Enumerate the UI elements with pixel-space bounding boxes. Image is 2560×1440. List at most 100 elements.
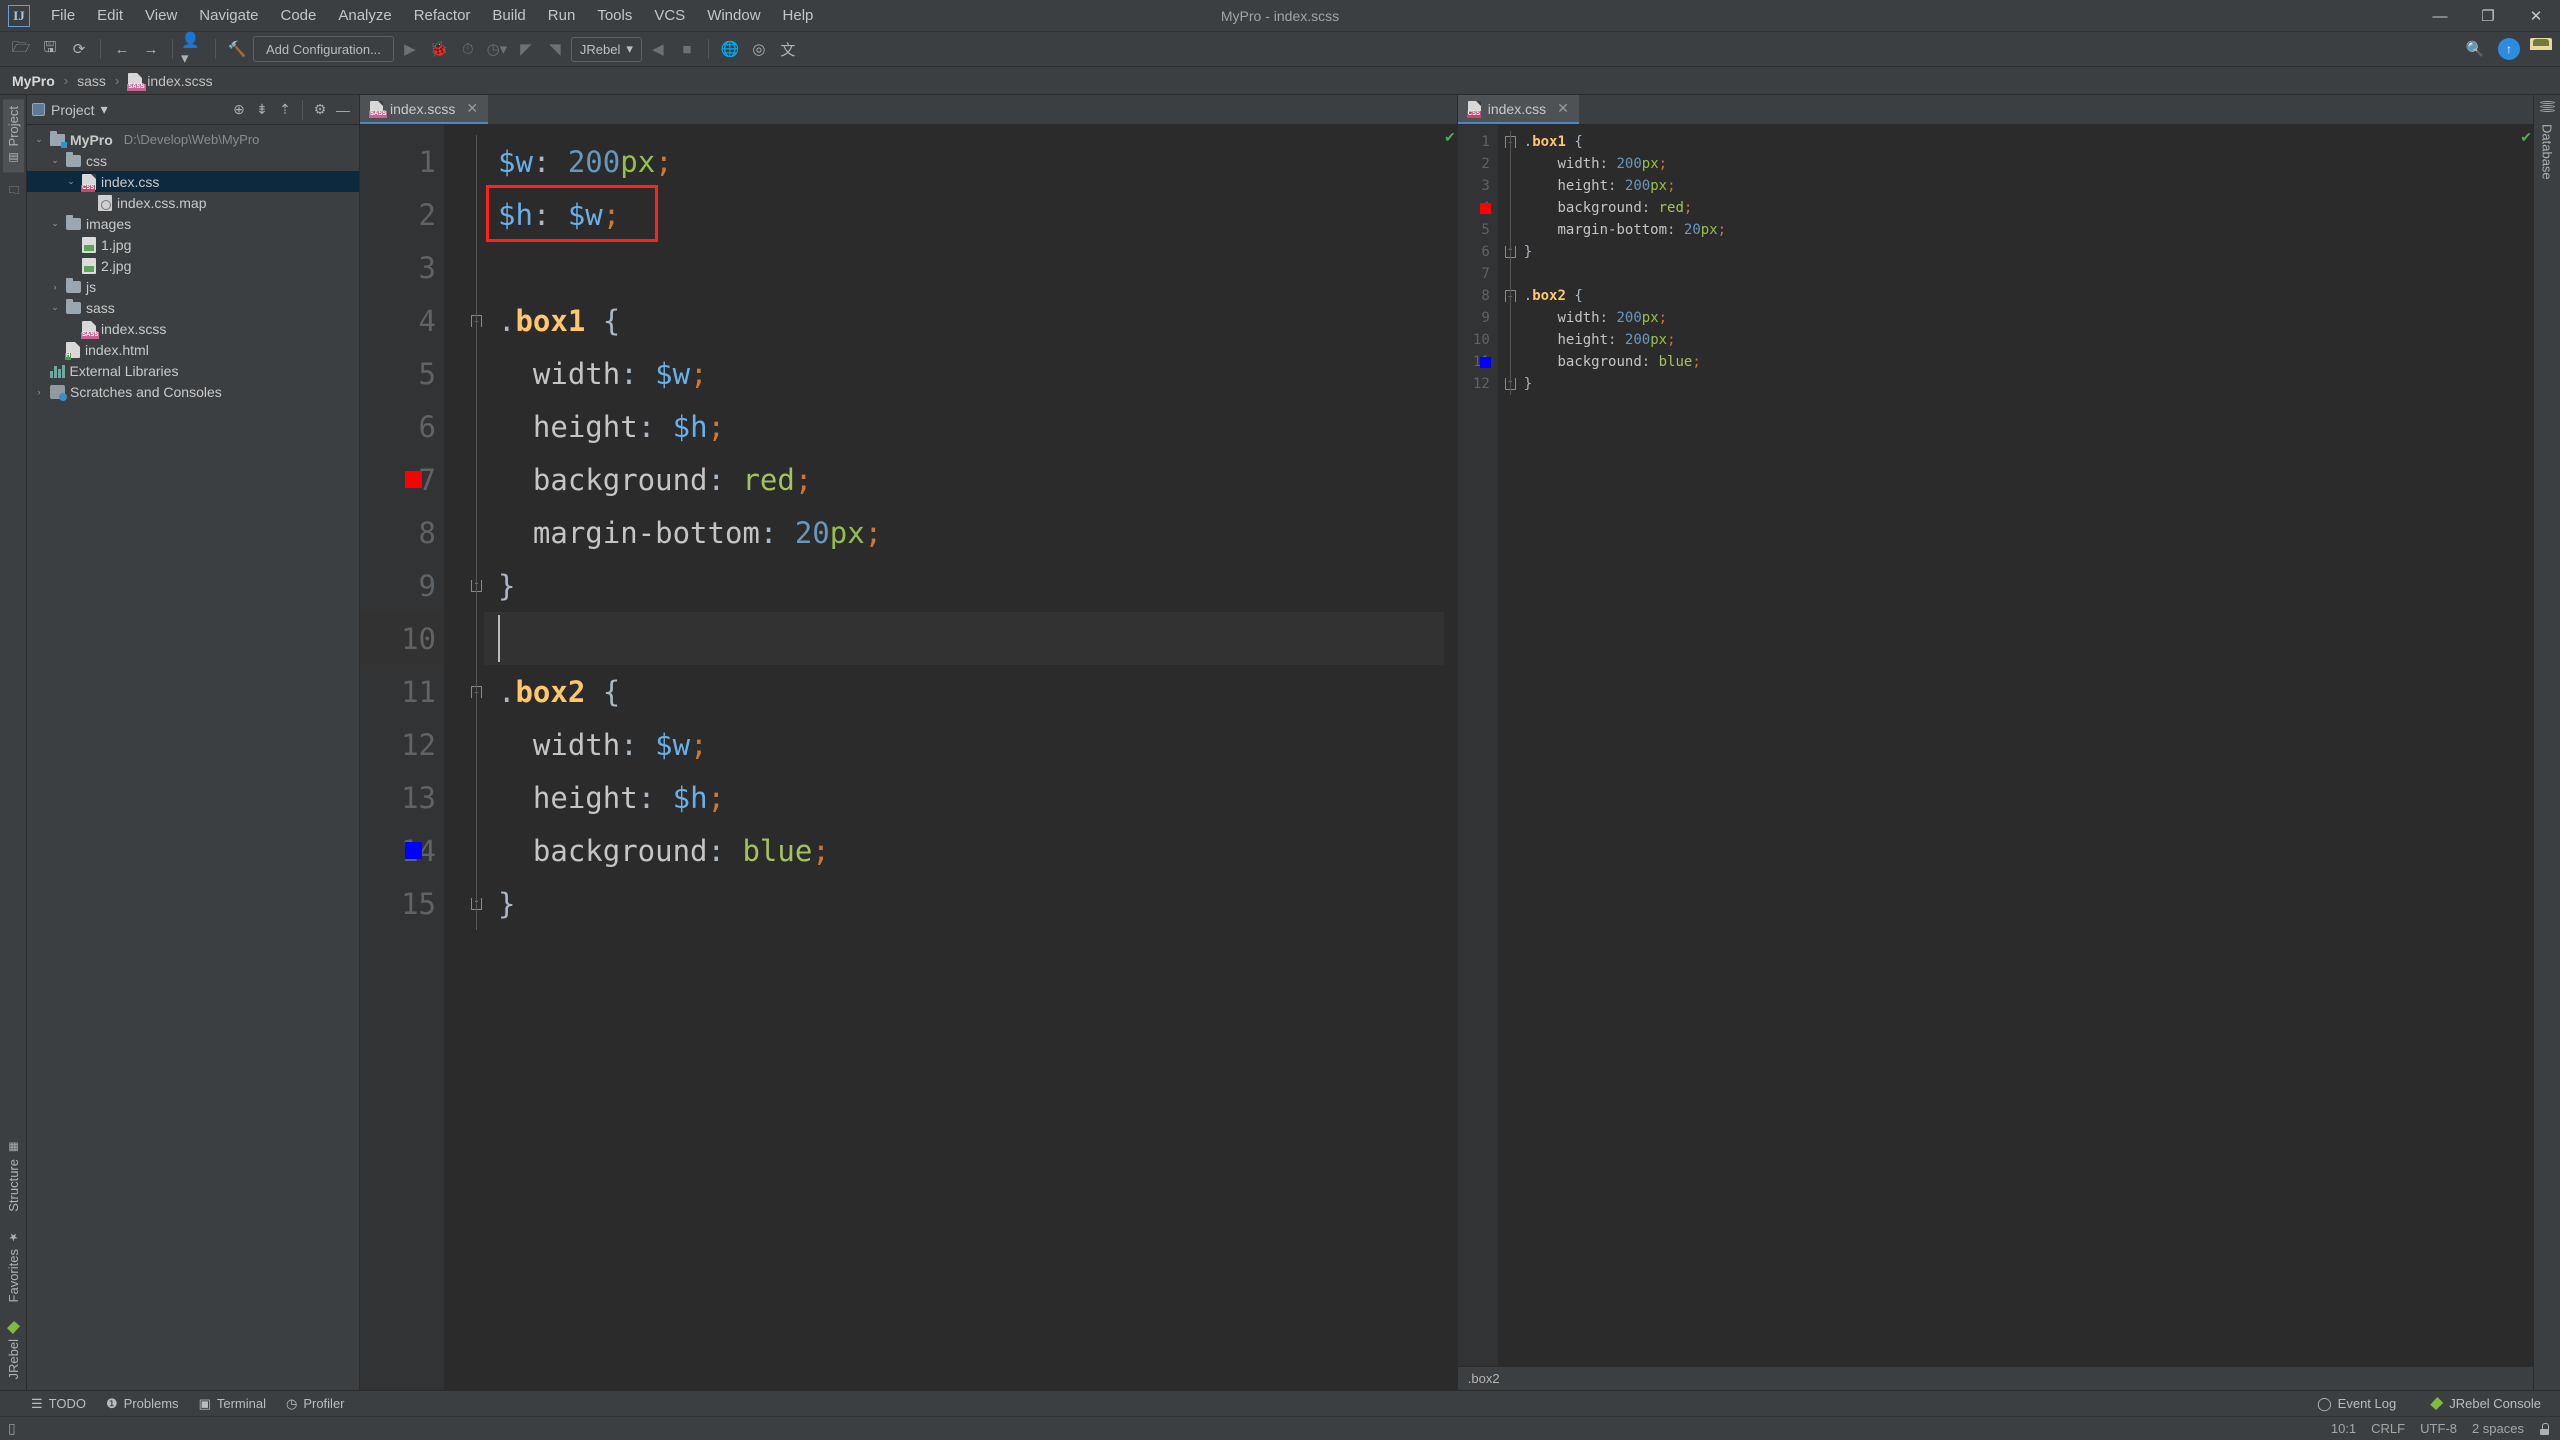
tree-item-mypro[interactable]: ⌄ MyPro D:\Develop\Web\MyPro (27, 129, 359, 150)
breadcrumb-sass[interactable]: sass (73, 72, 110, 90)
menu-tools[interactable]: Tools (586, 4, 643, 27)
gutter-line[interactable]: 10 (360, 612, 444, 665)
attach-icon[interactable]: ◀ (645, 36, 671, 62)
code-line[interactable]: } (484, 877, 1457, 930)
close-icon[interactable]: ✕ (466, 100, 478, 117)
code-line[interactable]: height: $h; (484, 400, 1457, 453)
color-swatch[interactable] (1479, 356, 1491, 368)
code-line[interactable]: width: $w; (484, 347, 1457, 400)
editor-code-column[interactable]: $w: 200 px; $h: $w;. box1 { width: $w; heig… (484, 125, 1457, 1390)
code-line[interactable]: . box1 { (1518, 131, 2533, 153)
tree-item-index-html[interactable]: Hindex.html (27, 339, 359, 360)
gutter-line[interactable]: 1 (1458, 131, 1498, 153)
collapse-all-icon[interactable]: ⇡ (274, 99, 296, 121)
coverage-icon[interactable]: ⏱ (455, 36, 481, 62)
menu-help[interactable]: Help (772, 4, 825, 27)
code-line[interactable]: background: red; (484, 453, 1457, 506)
rail-tab-database[interactable]: Database (2537, 117, 2558, 187)
code-line[interactable]: . box2 { (1518, 285, 2533, 307)
menu-vcs[interactable]: VCS (643, 4, 696, 27)
menu-refactor[interactable]: Refactor (403, 4, 482, 27)
gutter-line[interactable]: 8 (360, 506, 444, 559)
code-line[interactable]: width: 200 px; (1518, 153, 2533, 175)
gutter-line[interactable]: 2 (360, 188, 444, 241)
gutter-line[interactable]: 15 (360, 877, 444, 930)
tree-item-external-libraries[interactable]: External Libraries (27, 360, 359, 381)
tree-item-1-jpg[interactable]: 1.jpg (27, 234, 359, 255)
tool-button-terminal[interactable]: ▣ Terminal (190, 1393, 275, 1415)
gutter-line[interactable]: 11 (360, 665, 444, 718)
tree-item-sass[interactable]: ⌄ sass (27, 297, 359, 318)
expand-arrow-icon[interactable]: ⌄ (49, 218, 61, 229)
code-line[interactable]: width: 200 px; (1518, 307, 2533, 329)
code-line[interactable]: $h: $w; (484, 188, 1457, 241)
hide-icon[interactable]: — (332, 99, 354, 121)
code-line[interactable] (1518, 263, 2533, 285)
gutter-line[interactable]: 13 (360, 771, 444, 824)
tab-index-css[interactable]: CSS index.css ✕ (1457, 95, 1579, 124)
code-line[interactable]: height: $h; (484, 771, 1457, 824)
tab-index-scss[interactable]: SASS index.scss ✕ (360, 95, 489, 124)
gutter-line[interactable]: 14 (360, 824, 444, 877)
tool-button-jrebel-console[interactable]: JRebel Console (2421, 1393, 2550, 1414)
code-line[interactable]: $w: 200 px; (484, 135, 1457, 188)
tree-item-images[interactable]: ⌄ images (27, 213, 359, 234)
indent-setting[interactable]: 2 spaces (2472, 1421, 2524, 1436)
code-line[interactable] (484, 612, 1457, 665)
color-swatch[interactable] (1479, 202, 1491, 214)
gutter-line[interactable]: 12 (1458, 373, 1498, 395)
run-configuration-selector[interactable]: Add Configuration... (253, 36, 394, 62)
color-swatch[interactable] (405, 842, 422, 859)
tree-item-css[interactable]: ⌄ css (27, 150, 359, 171)
breadcrumb-index-scss[interactable]: SASS index.scss (124, 72, 216, 91)
tool-button-event-log[interactable]: ◯ Event Log (2308, 1393, 2405, 1415)
menu-code[interactable]: Code (269, 4, 327, 27)
lock-icon[interactable] (2539, 1422, 2550, 1435)
tree-item-js[interactable]: › js (27, 276, 359, 297)
menu-analyze[interactable]: Analyze (327, 4, 402, 27)
tree-item-scratches-and-consoles[interactable]: › Scratches and Consoles (27, 381, 359, 402)
gutter-line[interactable]: 3 (1458, 175, 1498, 197)
tree-item-index-css-map[interactable]: index.css.map (27, 192, 359, 213)
rail-tab-structure[interactable]: Structure ▦ (3, 1133, 24, 1219)
code-line[interactable]: background: blue; (484, 824, 1457, 877)
color-swatch[interactable] (405, 471, 422, 488)
menu-edit[interactable]: Edit (86, 4, 134, 27)
code-line[interactable]: } (484, 559, 1457, 612)
rail-tab-folder[interactable]: 🗀 (3, 176, 23, 204)
expand-arrow-icon[interactable]: ⌄ (49, 155, 61, 166)
gutter-line[interactable]: 3 (360, 241, 444, 294)
tree-item-index-css[interactable]: ⌄ CSS index.css (27, 171, 359, 192)
tree-item-index-scss[interactable]: SASS index.scss (27, 318, 359, 339)
code-line[interactable]: height: 200 px; (1518, 329, 2533, 351)
menu-navigate[interactable]: Navigate (188, 4, 269, 27)
gutter-line[interactable]: 11 (1458, 351, 1498, 373)
code-line[interactable]: height: 200 px; (1518, 175, 2533, 197)
menu-window[interactable]: Window (696, 4, 771, 27)
gutter-line[interactable]: 7 (1458, 263, 1498, 285)
expand-arrow-icon[interactable]: › (49, 282, 61, 292)
code-line[interactable]: } (1518, 241, 2533, 263)
gutter-line[interactable]: 5 (1458, 219, 1498, 241)
stop-icon[interactable]: ■ (674, 36, 700, 62)
expand-arrow-icon[interactable]: ⌄ (49, 302, 61, 313)
gutter-line[interactable]: 2 (1458, 153, 1498, 175)
code-editor-css[interactable]: 123456789101112−⌃−⌃.box1 { width: 200px;… (1457, 125, 2533, 1366)
editor-gutter[interactable]: 123456789101112 (1457, 125, 1498, 1366)
globe-icon[interactable]: 🌐 (717, 36, 743, 62)
expand-arrow-icon[interactable]: ⌄ (33, 134, 45, 145)
avatar-icon[interactable] (2530, 38, 2552, 60)
breadcrumb-mypro[interactable]: MyPro (8, 72, 59, 90)
gutter-line[interactable]: 7 (360, 453, 444, 506)
tree-item-2-jpg[interactable]: 2.jpg (27, 255, 359, 276)
gutter-line[interactable]: 9 (1458, 307, 1498, 329)
gear-icon[interactable]: ⚙ (309, 99, 331, 121)
gutter-line[interactable]: 5 (360, 347, 444, 400)
gutter-line[interactable]: 6 (1458, 241, 1498, 263)
expand-arrow-icon[interactable]: › (33, 387, 45, 397)
code-line[interactable]: . box2 { (484, 665, 1457, 718)
bug-icon[interactable]: 🐞 (426, 36, 452, 62)
gutter-line[interactable]: 10 (1458, 329, 1498, 351)
code-line[interactable]: background: red; (1518, 197, 2533, 219)
jrebel-run-icon[interactable]: ◤ (513, 36, 539, 62)
